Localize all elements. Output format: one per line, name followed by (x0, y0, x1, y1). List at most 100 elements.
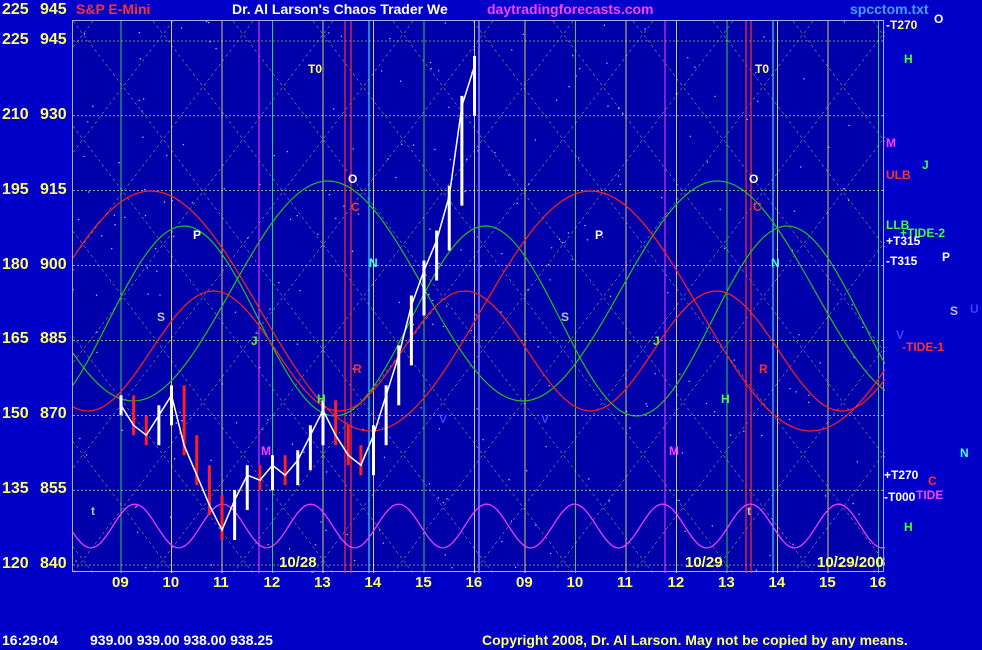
star-dot (644, 28, 646, 30)
right-level-label: -T315 (886, 254, 918, 268)
star-dot (85, 454, 88, 456)
star-dot (660, 196, 663, 199)
star-dot (146, 267, 149, 269)
star-dot (96, 351, 98, 354)
star-dot (144, 214, 147, 217)
star-dot (856, 461, 859, 463)
star-dot (558, 238, 561, 240)
star-dot (379, 529, 381, 531)
star-dot (138, 99, 141, 102)
y-tick-inner: 885 (40, 330, 67, 348)
star-dot (713, 410, 716, 413)
star-dot (848, 124, 850, 127)
star-dot (500, 311, 502, 313)
date-label: 10/28 (279, 554, 317, 571)
star-dot (134, 506, 137, 509)
star-dot (446, 498, 448, 500)
star-dot (296, 343, 299, 345)
star-dot (267, 543, 269, 546)
star-dot (286, 150, 289, 153)
star-dot (711, 525, 713, 527)
star-dot (327, 32, 330, 34)
x-tick-label: 13 (314, 574, 331, 591)
star-dot (144, 567, 147, 569)
star-dot (476, 408, 478, 410)
star-dot (788, 418, 791, 421)
marker-label: R (759, 362, 768, 376)
star-dot (175, 422, 178, 424)
marker-label: N (771, 256, 780, 270)
star-dot (387, 158, 389, 160)
star-dot (549, 552, 552, 555)
right-level-label: S (950, 304, 959, 318)
marker-label: t (747, 504, 751, 518)
star-dot (121, 429, 123, 432)
star-dot (852, 502, 854, 505)
star-dot (578, 67, 581, 70)
marker-label: T0 (308, 62, 322, 76)
right-level-label: N (960, 446, 969, 460)
marker-label: C (753, 200, 762, 214)
star-dot (83, 33, 86, 35)
star-dot (501, 252, 503, 255)
y-tick-outer: 225 (2, 31, 29, 48)
x-tick-label: 10 (162, 574, 180, 591)
star-dot (430, 67, 432, 70)
star-dot (314, 544, 317, 546)
star-dot (545, 445, 547, 448)
star-dot (395, 176, 397, 179)
star-dot (438, 262, 440, 265)
right-level-label: +T315 (886, 234, 921, 248)
marker-label: S (561, 310, 569, 324)
star-dot (299, 289, 301, 292)
y-tick-outer: 120 (2, 555, 29, 572)
x-tick-label: 09 (112, 574, 129, 591)
star-dot (172, 235, 175, 238)
star-dot (141, 110, 143, 112)
star-dot (494, 152, 496, 154)
star-dot (429, 61, 432, 64)
footer-ohlc: 939.00 939.00 938.00 938.25 (90, 632, 273, 648)
star-dot (412, 144, 415, 146)
star-dot (166, 154, 168, 157)
star-dot (714, 95, 716, 98)
star-dot (733, 359, 736, 361)
star-dot (451, 567, 453, 569)
star-dot (755, 569, 758, 571)
star-dot (328, 193, 331, 196)
star-dot (432, 323, 434, 326)
symbol-title: S&P E-Mini (76, 1, 151, 17)
x-tick-label: 14 (364, 574, 382, 591)
star-dot (173, 458, 176, 460)
star-dot (215, 47, 217, 50)
star-dot (508, 478, 510, 481)
star-dot (769, 554, 771, 557)
star-dot (824, 495, 827, 497)
right-level-label: -T270 (886, 18, 918, 32)
star-dot (432, 299, 434, 302)
x-tick-label: 14 (768, 574, 786, 591)
x-tick-label: 16 (869, 574, 887, 591)
star-dot (851, 304, 853, 306)
star-dot (619, 183, 622, 186)
star-dot (516, 202, 518, 205)
star-dot (514, 566, 517, 569)
star-dot (572, 55, 574, 57)
star-dot (142, 136, 144, 138)
date-label: 10/29/2008 (817, 554, 885, 571)
star-dot (320, 521, 322, 523)
star-dot (124, 216, 126, 219)
star-dot (278, 282, 280, 284)
star-dot (757, 100, 759, 103)
star-dot (163, 201, 166, 203)
star-dot (687, 57, 689, 59)
star-dot (808, 394, 810, 396)
star-dot (428, 293, 430, 296)
star-dot (110, 247, 113, 250)
y-tick-outer: 210 (2, 105, 29, 123)
star-dot (522, 33, 524, 36)
star-dot (143, 98, 145, 100)
file-label: spcctom.txt (850, 1, 929, 17)
star-dot (289, 218, 292, 221)
star-dot (571, 258, 574, 260)
